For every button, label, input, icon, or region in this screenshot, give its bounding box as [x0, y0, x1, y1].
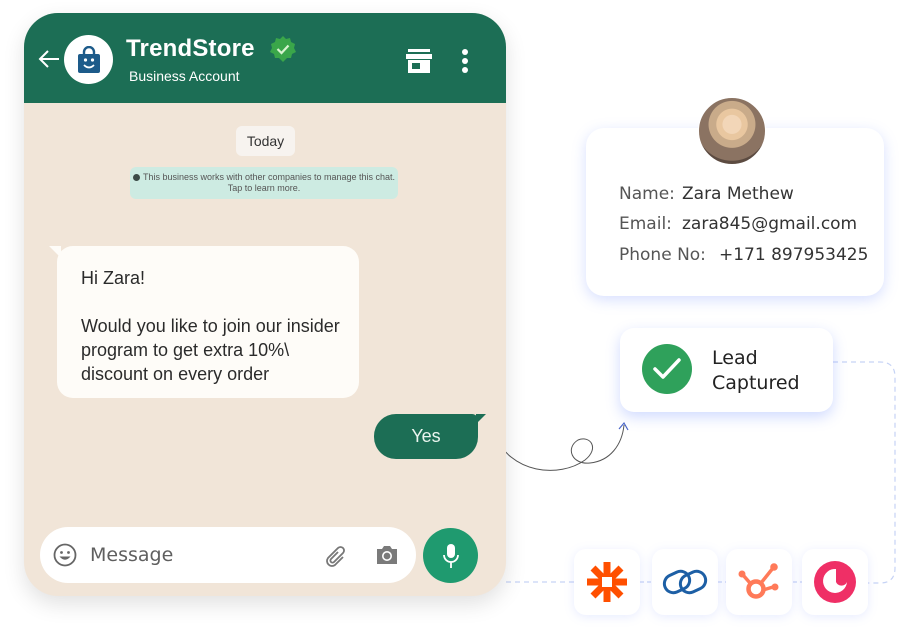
integration-zapier[interactable]	[574, 549, 640, 615]
lead-captured-card: Lead Captured	[620, 328, 833, 412]
store-icon[interactable]	[406, 49, 432, 73]
email-label: Email:	[619, 214, 672, 234]
contact-avatar	[698, 97, 766, 165]
shopping-bag-icon	[77, 45, 100, 73]
message-bar	[40, 527, 416, 583]
chat-window: TrendStore Business Account Today This b…	[24, 13, 506, 596]
linked-rings-icon	[662, 569, 708, 595]
loop-arrow-line	[492, 424, 625, 471]
store-name: TrendStore	[126, 35, 255, 62]
phone-label: Phone No:	[619, 245, 706, 265]
outgoing-message: Yes	[374, 414, 486, 459]
date-chip: Today	[236, 126, 295, 156]
mic-button[interactable]	[423, 528, 478, 583]
contact-name: Zara Methew	[682, 184, 794, 204]
store-avatar[interactable]	[64, 35, 113, 84]
lead-line1: Lead	[712, 347, 758, 369]
contact-name-row: Name: Zara Methew	[619, 184, 794, 204]
lead-line2: Captured	[712, 372, 800, 394]
lead-status-text: Lead Captured	[712, 346, 800, 396]
incoming-message: Hi Zara! Would you like to join our insi…	[49, 246, 359, 398]
check-circle-icon	[642, 344, 692, 394]
account-type: Business Account	[129, 68, 240, 84]
business-notice[interactable]: This business works with other companies…	[130, 167, 398, 199]
name-label: Name:	[619, 184, 675, 204]
emoji-icon[interactable]	[53, 543, 77, 567]
notice-text: This business works with other companies…	[142, 172, 396, 193]
integration-zoho[interactable]	[652, 549, 718, 615]
contact-phone-row: Phone No: +171 897953425	[619, 245, 868, 265]
arrow-head	[618, 421, 629, 431]
zapier-asterisk-icon	[587, 562, 627, 602]
message-input[interactable]	[90, 537, 310, 573]
chat-header: TrendStore Business Account	[24, 13, 506, 103]
integration-crm[interactable]	[802, 549, 868, 615]
pink-circle-logo-icon	[814, 561, 856, 603]
verified-badge-icon	[270, 36, 296, 62]
message-greeting: Hi Zara!	[81, 268, 146, 288]
message-body: Would you like to join our insider progr…	[81, 316, 340, 384]
contact-email: zara845@gmail.com	[682, 214, 858, 234]
hubspot-sprocket-icon	[738, 563, 779, 599]
contact-email-row: Email: zara845@gmail.com	[619, 214, 857, 234]
camera-icon[interactable]	[375, 544, 399, 566]
contact-phone: +171 897953425	[719, 245, 869, 265]
back-arrow-icon[interactable]	[37, 47, 61, 71]
integration-hubspot[interactable]	[726, 549, 792, 615]
more-vertical-icon[interactable]	[459, 48, 471, 74]
info-dot-icon	[132, 174, 140, 181]
attach-icon[interactable]	[323, 542, 349, 568]
mic-icon	[442, 543, 459, 568]
